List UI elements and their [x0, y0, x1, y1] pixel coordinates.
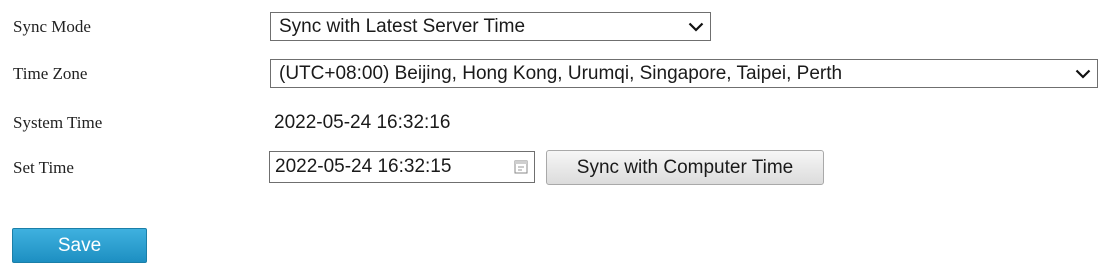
- time-zone-value: (UTC+08:00) Beijing, Hong Kong, Urumqi, …: [279, 62, 843, 84]
- set-time-value: 2022-05-24 16:32:15: [275, 156, 452, 177]
- system-time-value: 2022-05-24 16:32:16: [274, 112, 451, 133]
- time-zone-select[interactable]: (UTC+08:00) Beijing, Hong Kong, Urumqi, …: [270, 59, 1098, 88]
- sync-mode-label: Sync Mode: [13, 17, 91, 36]
- sync-mode-value: Sync with Latest Server Time: [279, 15, 526, 37]
- set-time-input[interactable]: 2022-05-24 16:32:15: [269, 151, 535, 183]
- system-time-label: System Time: [13, 113, 103, 132]
- chevron-down-icon[interactable]: [682, 13, 710, 40]
- chevron-down-icon[interactable]: [1069, 60, 1097, 87]
- calendar-icon[interactable]: [508, 152, 534, 182]
- sync-mode-select[interactable]: Sync with Latest Server Time: [270, 12, 711, 41]
- set-time-label: Set Time: [13, 158, 74, 177]
- time-zone-label: Time Zone: [13, 64, 88, 83]
- save-button[interactable]: Save: [12, 228, 147, 263]
- sync-with-computer-time-button[interactable]: Sync with Computer Time: [546, 150, 824, 185]
